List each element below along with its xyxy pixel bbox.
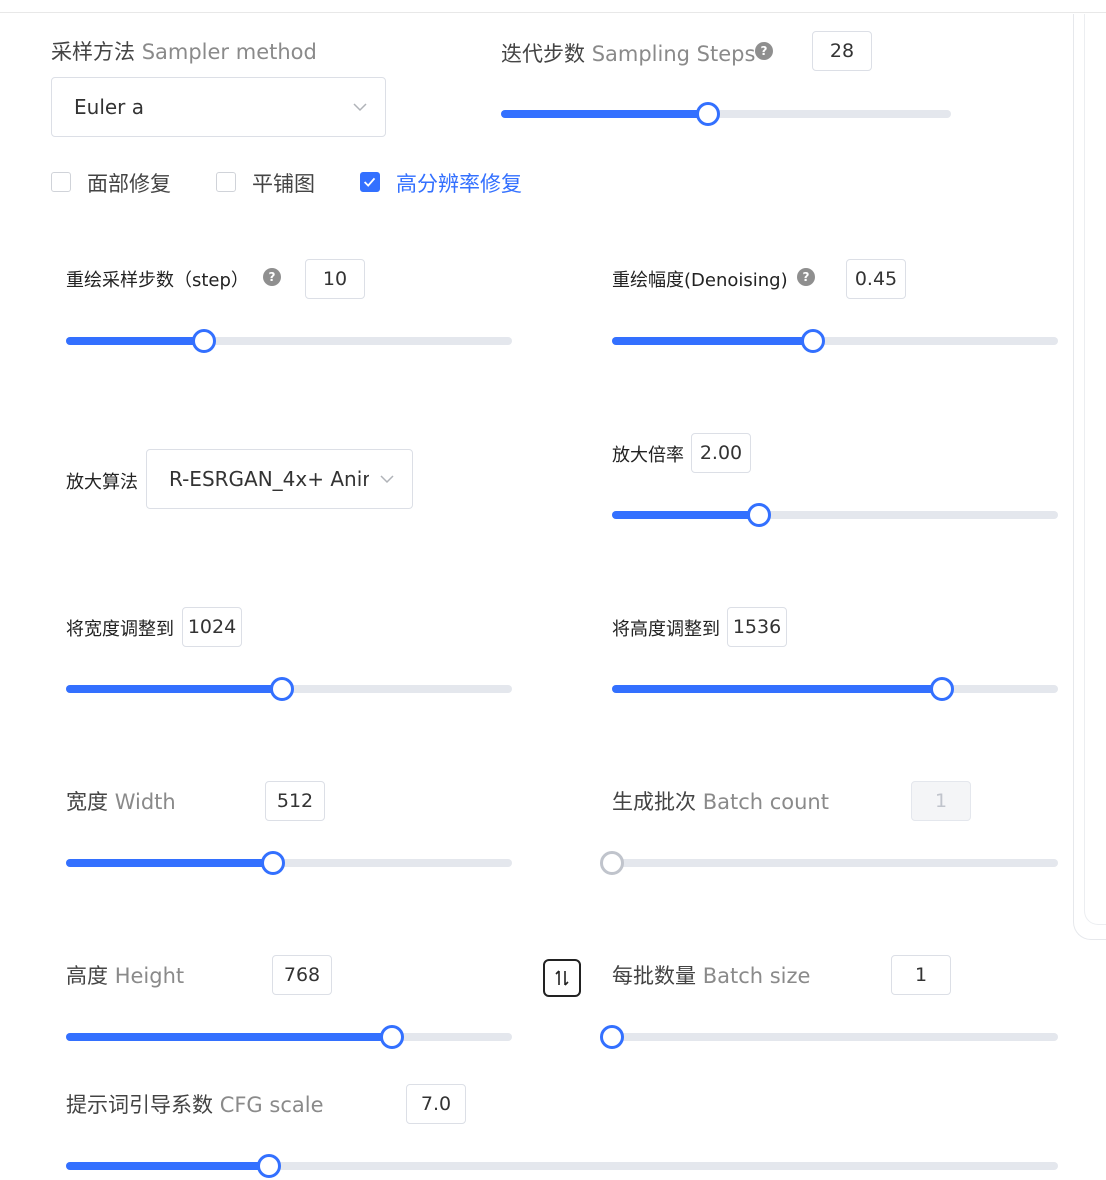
batch-count-input: 1 bbox=[911, 781, 971, 821]
width-label: 宽度 Width bbox=[66, 786, 176, 816]
width-input[interactable]: 512 bbox=[265, 781, 325, 821]
hires-fix-checkbox[interactable] bbox=[360, 172, 380, 192]
right-panel-inner-edge bbox=[1084, 14, 1106, 925]
slider-thumb bbox=[600, 851, 624, 875]
slider-fill bbox=[612, 337, 813, 345]
sampling-steps-label-zh: 迭代步数 bbox=[501, 42, 585, 66]
slider-thumb[interactable] bbox=[696, 102, 720, 126]
slider-thumb[interactable] bbox=[257, 1154, 282, 1178]
slider-thumb[interactable] bbox=[192, 329, 217, 353]
sampler-method-label-zh: 采样方法 bbox=[51, 40, 135, 64]
chevron-down-icon bbox=[380, 475, 394, 484]
slider-thumb[interactable] bbox=[747, 503, 772, 527]
question-circle-icon[interactable]: ? bbox=[755, 42, 773, 60]
sampling-steps-label-en: Sampling Steps bbox=[591, 42, 756, 66]
upscale-by-label: 放大倍率 bbox=[612, 445, 684, 466]
slider-thumb[interactable] bbox=[800, 329, 825, 353]
slider-fill bbox=[612, 685, 943, 693]
slider-fill bbox=[66, 337, 205, 345]
question-circle-icon[interactable]: ? bbox=[797, 268, 815, 286]
batch-count-label-en: Batch count bbox=[702, 790, 829, 814]
swap-vertical-icon bbox=[555, 970, 569, 986]
resize-height-input[interactable]: 1536 bbox=[727, 607, 787, 647]
slider-thumb[interactable] bbox=[379, 1025, 404, 1049]
sampling-steps-input[interactable]: 28 bbox=[812, 31, 872, 71]
width-label-en: Width bbox=[114, 790, 176, 814]
sampler-method-label-en: Sampler method bbox=[141, 40, 317, 64]
slider-fill bbox=[66, 1033, 392, 1041]
batch-count-slider bbox=[600, 851, 1058, 875]
width-slider[interactable] bbox=[66, 851, 512, 875]
upscale-by-slider[interactable] bbox=[612, 503, 1058, 527]
height-slider[interactable] bbox=[66, 1025, 512, 1049]
sampler-method-select[interactable]: Euler a bbox=[51, 77, 386, 137]
height-input[interactable]: 768 bbox=[272, 955, 332, 995]
upscaler-label: 放大算法 bbox=[66, 472, 138, 493]
tiling-label[interactable]: 平铺图 bbox=[252, 168, 315, 198]
slider-fill bbox=[66, 859, 274, 867]
upscaler-select[interactable]: R-ESRGAN_4x+ Anir bbox=[146, 449, 413, 509]
swap-dimensions-button[interactable] bbox=[543, 959, 581, 997]
sampler-method-label: 采样方法 Sampler method bbox=[51, 36, 317, 66]
slider-thumb[interactable] bbox=[600, 1025, 624, 1049]
upscaler-value: R-ESRGAN_4x+ Anir bbox=[169, 467, 369, 491]
slider-fill bbox=[501, 110, 708, 118]
batch-size-input[interactable]: 1 bbox=[891, 955, 951, 995]
face-restore-label[interactable]: 面部修复 bbox=[87, 168, 171, 198]
top-divider bbox=[0, 12, 1106, 13]
redraw-steps-slider[interactable] bbox=[66, 329, 512, 353]
slider-fill bbox=[612, 511, 760, 519]
slider-thumb[interactable] bbox=[930, 677, 955, 701]
tiling-checkbox[interactable] bbox=[216, 172, 236, 192]
height-label: 高度 Height bbox=[66, 960, 184, 990]
denoising-slider[interactable] bbox=[612, 329, 1058, 353]
width-label-zh: 宽度 bbox=[66, 790, 108, 814]
slider-fill bbox=[66, 685, 283, 693]
sampling-steps-slider[interactable] bbox=[501, 102, 951, 126]
denoising-label: 重绘幅度(Denoising) bbox=[612, 270, 788, 291]
slider-thumb[interactable] bbox=[270, 677, 295, 701]
chevron-down-icon bbox=[353, 103, 367, 112]
sampler-method-value: Euler a bbox=[74, 95, 145, 119]
resize-height-label: 将高度调整到 bbox=[612, 619, 720, 640]
resize-width-input[interactable]: 1024 bbox=[182, 607, 242, 647]
height-label-zh: 高度 bbox=[66, 964, 108, 988]
batch-size-label-en: Batch size bbox=[702, 964, 811, 988]
sampling-steps-label: 迭代步数 Sampling Steps bbox=[501, 38, 755, 68]
batch-count-label-zh: 生成批次 bbox=[612, 790, 696, 814]
redraw-steps-input[interactable]: 10 bbox=[305, 259, 365, 299]
resize-width-label: 将宽度调整到 bbox=[66, 619, 174, 640]
resize-height-slider[interactable] bbox=[612, 677, 1058, 701]
height-label-en: Height bbox=[114, 964, 185, 988]
cfg-scale-label: 提示词引导系数 CFG scale bbox=[66, 1089, 324, 1119]
cfg-scale-slider[interactable] bbox=[66, 1154, 1058, 1178]
face-restore-checkbox[interactable] bbox=[51, 172, 71, 192]
upscale-by-input[interactable]: 2.00 bbox=[691, 433, 751, 473]
cfg-scale-label-en: CFG scale bbox=[219, 1093, 324, 1117]
cfg-scale-input[interactable]: 7.0 bbox=[406, 1084, 466, 1124]
right-panel-edge bbox=[1073, 14, 1106, 940]
resize-width-slider[interactable] bbox=[66, 677, 512, 701]
redraw-steps-label: 重绘采样步数（step） bbox=[66, 270, 249, 291]
batch-size-label: 每批数量 Batch size bbox=[612, 960, 810, 990]
batch-count-label: 生成批次 Batch count bbox=[612, 786, 829, 816]
slider-thumb[interactable] bbox=[261, 851, 286, 875]
batch-size-label-zh: 每批数量 bbox=[612, 964, 696, 988]
slider-fill bbox=[66, 1162, 270, 1170]
check-icon bbox=[363, 177, 376, 187]
cfg-scale-label-zh: 提示词引导系数 bbox=[66, 1093, 213, 1117]
batch-size-slider[interactable] bbox=[600, 1025, 1058, 1049]
question-circle-icon[interactable]: ? bbox=[263, 268, 281, 286]
denoising-input[interactable]: 0.45 bbox=[846, 259, 906, 299]
hires-fix-label[interactable]: 高分辨率修复 bbox=[396, 168, 522, 198]
